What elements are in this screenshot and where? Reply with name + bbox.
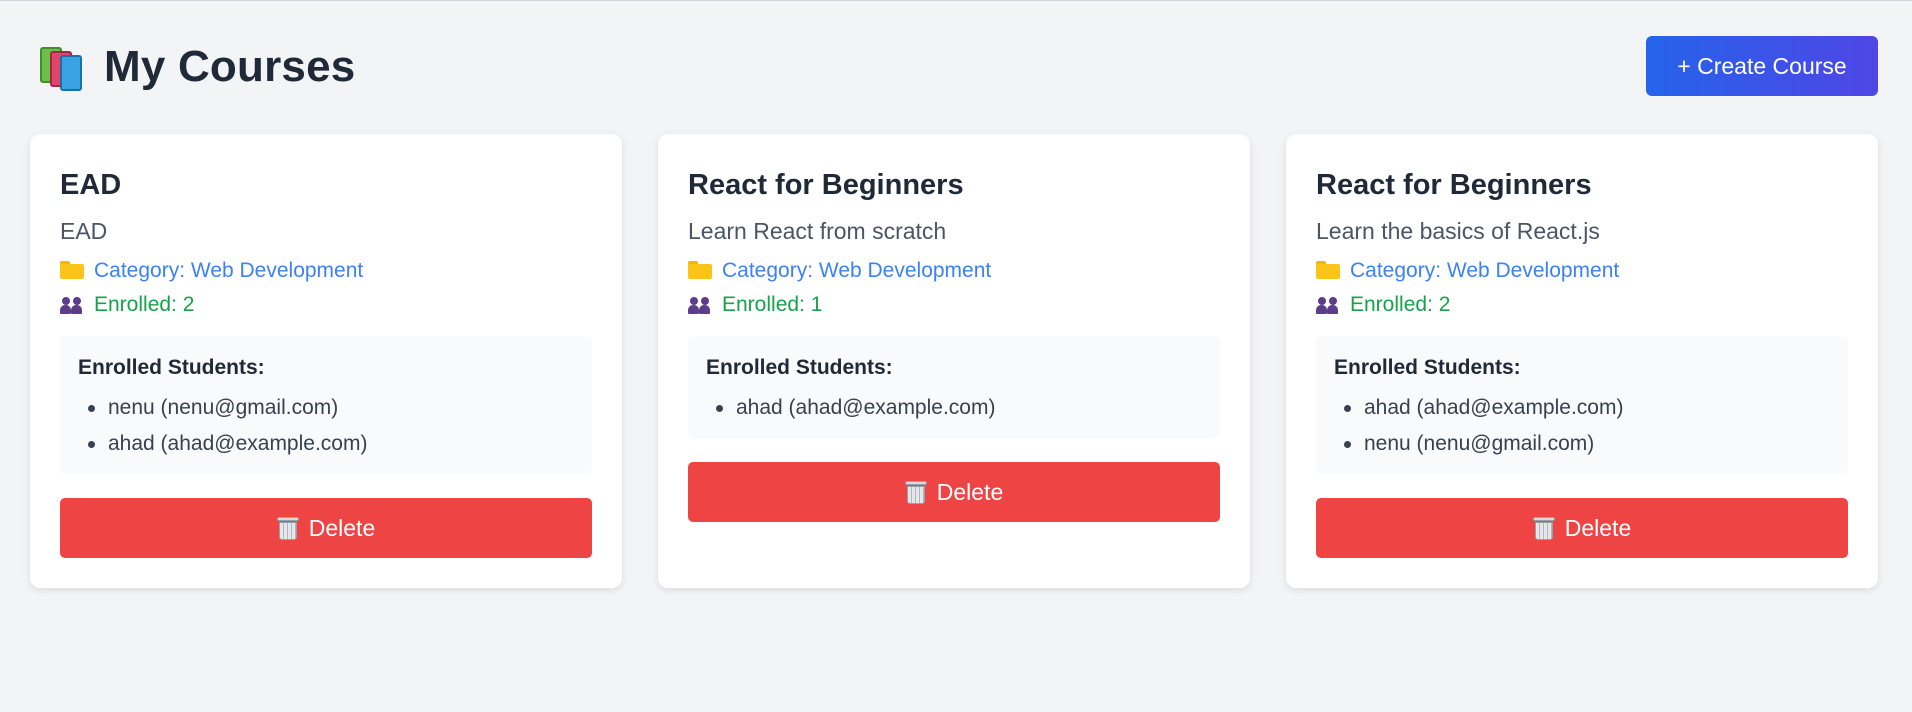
students-list: nenu (nenu@gmail.com) ahad (ahad@example… [78,390,574,462]
enrolled-students-box: Enrolled Students: nenu (nenu@gmail.com)… [60,336,592,475]
course-enrolled: Enrolled: 2 [1316,291,1848,318]
delete-course-button[interactable]: Delete [688,462,1220,523]
course-grid: EAD EAD Category: Web Development Enroll… [30,134,1878,589]
people-icon [1316,296,1340,314]
course-description: Learn the basics of React.js [1316,217,1600,244]
course-enrolled: Enrolled: 2 [60,291,592,318]
students-heading: Enrolled Students: [1334,356,1521,380]
page-header: My Courses + Create Course [30,0,1878,134]
trash-icon [1532,515,1555,541]
course-category: Category: Web Development [1316,257,1848,284]
enrolled-label: Enrolled: 2 [1350,292,1451,316]
course-description: Learn React from scratch [688,217,947,244]
students-list: ahad (ahad@example.com) [706,390,1202,426]
trash-icon [276,515,299,541]
enrolled-students-box: Enrolled Students: ahad (ahad@example.co… [1316,336,1848,475]
course-title: EAD [60,169,122,201]
students-heading: Enrolled Students: [706,356,893,380]
student-item: ahad (ahad@example.com) [1344,390,1830,426]
title-wrap: My Courses [38,42,355,92]
folder-icon [688,261,712,280]
course-category: Category: Web Development [60,257,592,284]
create-course-button[interactable]: + Create Course [1646,36,1878,96]
course-enrolled: Enrolled: 1 [688,291,1220,318]
delete-label: Delete [1564,514,1632,541]
student-item: nenu (nenu@gmail.com) [88,390,574,426]
enrolled-label: Enrolled: 2 [94,292,195,316]
delete-label: Delete [936,478,1004,505]
delete-course-button[interactable]: Delete [60,498,592,559]
folder-icon [60,261,84,280]
course-description: EAD [60,217,108,244]
delete-label: Delete [308,514,376,541]
category-label: Category: Web Development [722,258,992,282]
enrolled-label: Enrolled: 1 [722,292,823,316]
books-icon [38,45,86,91]
students-heading: Enrolled Students: [78,356,265,380]
course-card: React for Beginners Learn React from scr… [658,134,1250,589]
delete-course-button[interactable]: Delete [1316,498,1848,559]
page-title: My Courses [104,42,356,91]
category-label: Category: Web Development [1350,258,1620,282]
trash-icon [904,479,927,505]
student-item: ahad (ahad@example.com) [716,390,1202,426]
course-card: React for Beginners Learn the basics of … [1286,134,1878,589]
course-category: Category: Web Development [688,257,1220,284]
category-label: Category: Web Development [94,258,364,282]
page: My Courses + Create Course EAD EAD Categ… [0,0,1912,712]
folder-icon [1316,261,1340,280]
student-item: ahad (ahad@example.com) [88,426,574,462]
people-icon [60,296,84,314]
course-title: React for Beginners [688,169,964,201]
course-title: React for Beginners [1316,169,1592,201]
enrolled-students-box: Enrolled Students: ahad (ahad@example.co… [688,336,1220,439]
student-item: nenu (nenu@gmail.com) [1344,426,1830,462]
students-list: ahad (ahad@example.com) nenu (nenu@gmail… [1334,390,1830,462]
people-icon [688,296,712,314]
course-card: EAD EAD Category: Web Development Enroll… [30,134,622,589]
